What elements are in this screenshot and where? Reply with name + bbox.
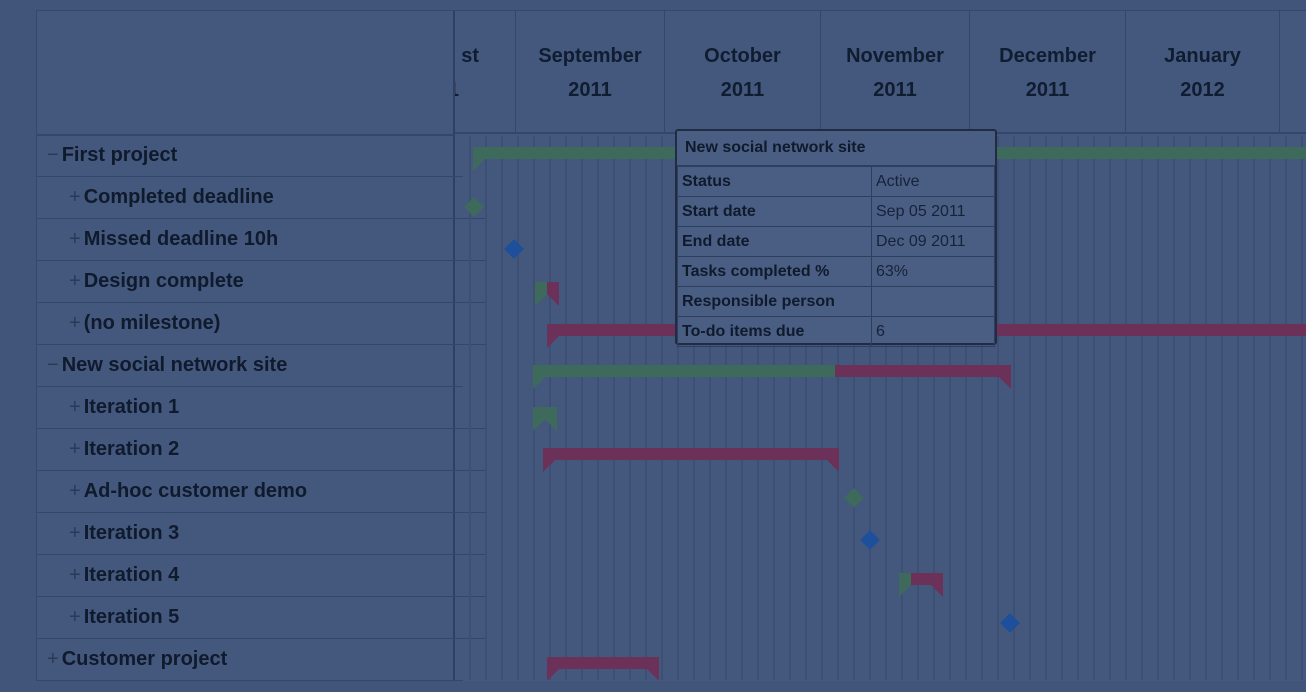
task-row-customer-project[interactable]: + Customer project: [37, 639, 463, 681]
tooltip-title: New social network site: [677, 131, 995, 166]
task-bar-iteration-4[interactable]: [899, 573, 943, 597]
task-row-missed-deadline[interactable]: + Missed deadline 10h: [37, 219, 485, 261]
expand-icon[interactable]: +: [69, 396, 81, 418]
task-row-iteration-4[interactable]: + Iteration 4: [37, 555, 485, 597]
task-label: First project: [61, 144, 178, 166]
expand-icon[interactable]: +: [69, 312, 81, 334]
tooltip-row: Start date Sep 05 2011: [677, 196, 995, 227]
task-label: Iteration 4: [83, 564, 180, 586]
tooltip-table: Status Active Start date Sep 05 2011 End…: [677, 166, 995, 347]
expand-icon[interactable]: +: [69, 606, 81, 628]
task-label: Design complete: [83, 270, 244, 292]
task-row-iteration-5[interactable]: + Iteration 5: [37, 597, 485, 639]
task-bar-iteration-1[interactable]: [533, 407, 557, 431]
task-bar-new-social-network-site-done[interactable]: [533, 365, 835, 377]
bar-cap-right: [827, 460, 839, 472]
task-list-panel: − First project + Completed deadline + Miss…: [37, 11, 485, 681]
task-label: Missed deadline 10h: [83, 228, 279, 250]
bar-cap-left: [533, 377, 545, 389]
expand-icon[interactable]: +: [69, 438, 81, 460]
tooltip-key: End date: [677, 226, 872, 257]
task-row-completed-deadline[interactable]: + Completed deadline: [37, 177, 485, 219]
task-row-new-social-network-site[interactable]: − New social network site: [37, 345, 463, 387]
month-header-next: [1280, 11, 1306, 134]
task-row-iteration-2[interactable]: + Iteration 2: [37, 429, 485, 471]
expand-icon[interactable]: +: [69, 480, 81, 502]
collapse-icon[interactable]: −: [47, 144, 59, 166]
expand-icon[interactable]: +: [69, 522, 81, 544]
tooltip-row: Responsible person: [677, 286, 995, 317]
tooltip-value: 63%: [871, 256, 995, 287]
expand-icon[interactable]: +: [69, 270, 81, 292]
task-row-iteration-1[interactable]: + Iteration 1: [37, 387, 485, 429]
task-label: Iteration 5: [83, 606, 180, 628]
expand-icon[interactable]: +: [69, 186, 81, 208]
expand-icon[interactable]: +: [47, 648, 59, 670]
task-row-iteration-3[interactable]: + Iteration 3: [37, 513, 485, 555]
task-bar-new-social-network-site-remaining[interactable]: [835, 365, 1011, 377]
tooltip-key: To-do items due: [677, 316, 872, 347]
tooltip-key: Tasks completed %: [677, 256, 872, 287]
task-row-no-milestone[interactable]: + (no milestone): [37, 303, 485, 345]
month-header-october: October 2011: [665, 11, 821, 134]
task-label: Ad-hoc customer demo: [83, 480, 308, 502]
task-row-ad-hoc-customer-demo[interactable]: + Ad-hoc customer demo: [37, 471, 485, 513]
tooltip-key: Responsible person: [677, 286, 872, 317]
month-header-november: November 2011: [821, 11, 970, 134]
bar-cap-right: [647, 669, 659, 680]
task-label: Customer project: [61, 648, 228, 670]
task-label: Iteration 3: [83, 522, 180, 544]
tooltip-row: To-do items due 6: [677, 316, 995, 347]
tooltip-row: Tasks completed % 63%: [677, 256, 995, 287]
task-label: Iteration 2: [83, 438, 180, 460]
tooltip-value: 6: [871, 316, 995, 347]
tooltip-value: Sep 05 2011: [871, 196, 995, 227]
month-header-january: January 2012: [1126, 11, 1280, 134]
tooltip-key: Status: [677, 166, 872, 197]
task-label: New social network site: [61, 354, 288, 376]
tooltip-value: Active: [871, 166, 995, 197]
tooltip-row: Status Active: [677, 166, 995, 197]
bar-cap-left: [473, 159, 485, 171]
task-row-first-project[interactable]: − First project: [37, 135, 463, 177]
bar-cap-right: [999, 377, 1011, 389]
task-bar-customer-project[interactable]: [547, 657, 659, 669]
tooltip-row: End date Dec 09 2011: [677, 226, 995, 257]
task-list-header: [37, 11, 453, 136]
expand-icon[interactable]: +: [69, 228, 81, 250]
bar-cap-left: [547, 336, 559, 348]
tooltip-key: Start date: [677, 196, 872, 227]
task-label: Completed deadline: [83, 186, 274, 208]
tooltip-value: Dec 09 2011: [871, 226, 995, 257]
month-header-september: September 2011: [516, 11, 665, 134]
month-header-december: December 2011: [970, 11, 1126, 134]
collapse-icon[interactable]: −: [47, 354, 59, 376]
gantt-chart: − First project + Completed deadline + Miss…: [36, 10, 1306, 681]
expand-icon[interactable]: +: [69, 564, 81, 586]
task-row-design-complete[interactable]: + Design complete: [37, 261, 485, 303]
tooltip-value: [871, 286, 995, 317]
task-tooltip: New social network site Status Active St…: [675, 129, 997, 347]
task-label: (no milestone): [83, 312, 221, 334]
bar-cap-left: [543, 460, 555, 472]
month-header-august: st 1: [455, 11, 516, 134]
task-label: Iteration 1: [83, 396, 180, 418]
task-bar-iteration-2[interactable]: [543, 448, 839, 460]
bar-cap-left: [547, 669, 559, 680]
task-bar-design-complete[interactable]: [535, 282, 559, 306]
